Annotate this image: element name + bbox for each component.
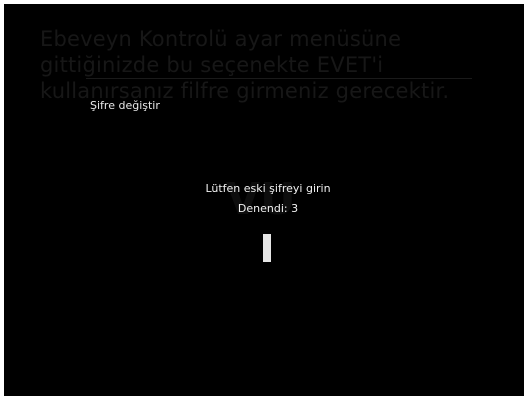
- menu-divider: [86, 78, 472, 79]
- tv-screen: Ebeveyn Kontrolü ayar menüsüne gittiğini…: [4, 4, 524, 396]
- pin-input-cursor[interactable]: [263, 234, 271, 262]
- change-pin-menu-item[interactable]: Şifre değiştir: [90, 99, 160, 112]
- attempts-counter: Denendi: 3: [237, 202, 299, 215]
- enter-old-pin-prompt: Lütfen eski şifreyi girin: [205, 182, 331, 195]
- background-caption: Ebeveyn Kontrolü ayar menüsüne gittiğini…: [40, 27, 450, 103]
